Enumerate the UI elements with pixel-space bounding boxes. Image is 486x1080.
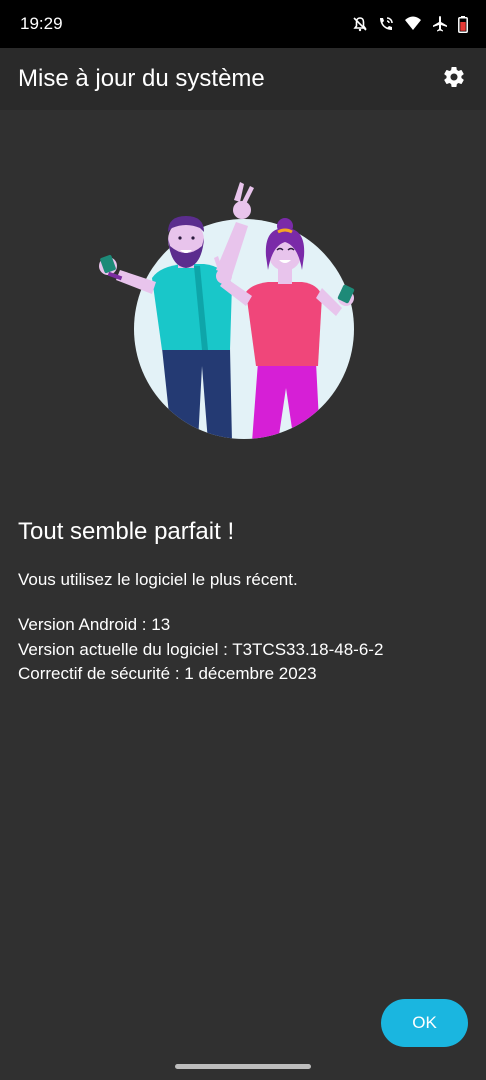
settings-button[interactable] xyxy=(440,65,468,93)
status-icons xyxy=(352,15,468,33)
mute-icon xyxy=(352,16,368,32)
battery-low-icon xyxy=(458,15,468,33)
status-time: 19:29 xyxy=(20,14,63,33)
page-title: Mise à jour du système xyxy=(18,65,265,92)
android-version: Version Android : 13 xyxy=(18,615,171,634)
navigation-handle[interactable] xyxy=(175,1064,311,1069)
app-bar: Mise à jour du système xyxy=(0,48,486,110)
airplane-mode-icon xyxy=(431,15,449,33)
wifi-calling-icon xyxy=(377,15,395,33)
ok-button[interactable]: OK xyxy=(381,999,468,1047)
celebrating-people-illustration xyxy=(90,166,370,442)
software-version: Version actuelle du logiciel : T3TCS33.1… xyxy=(18,639,384,659)
status-subtitle: Vous utilisez le logiciel le plus récent… xyxy=(18,570,298,589)
gear-icon xyxy=(442,65,466,93)
status-bar: 19:29 xyxy=(0,0,486,48)
wifi-icon xyxy=(404,16,422,32)
status-heading: Tout semble parfait ! xyxy=(18,518,235,545)
security-patch: Correctif de sécurité : 1 décembre 2023 xyxy=(18,664,317,683)
version-info: Version Android : 13 Version actuelle du… xyxy=(18,613,383,687)
